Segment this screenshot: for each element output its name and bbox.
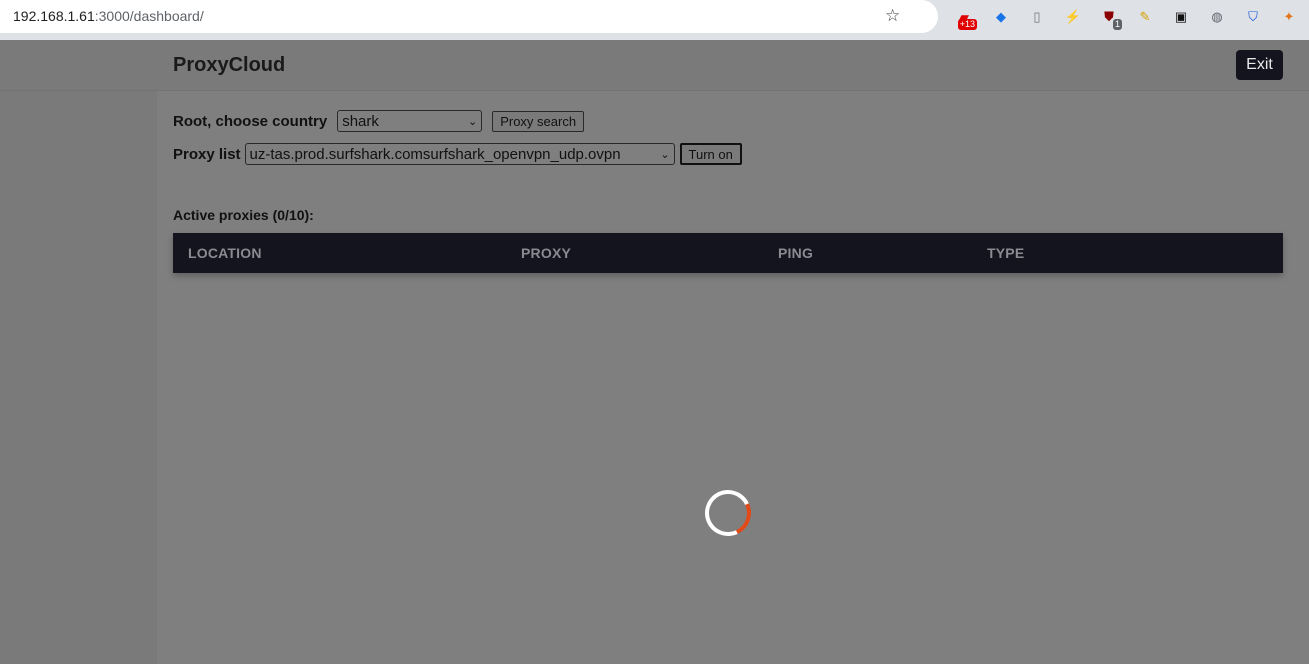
country-select[interactable]: shark ⌄ [337,110,483,132]
proxy-list-row: Proxy list uz-tas.prod.surfshark.comsurf… [173,143,742,165]
browser-toolbar: 192.168.1.61:3000/dashboard/ ☆ ▰ +13 ◆ ▯ ⚡ ⛊ 1… [0,0,1309,40]
turn-on-button[interactable]: Turn on [679,143,742,165]
brand-title: ProxyCloud [173,54,286,76]
main-content: Root, choose country shark ⌄ Proxy searc… [157,91,1309,664]
ext-shield-icon[interactable]: ⛉ [1244,8,1262,26]
ext-planet-icon[interactable]: ◍ [1208,8,1226,26]
bookmark-star-icon[interactable]: ☆ [885,6,900,26]
ext-bolt-icon[interactable]: ⚡ [1064,8,1082,26]
exit-button[interactable]: Exit [1236,50,1283,80]
ext-ublock-icon[interactable]: ⛊ 1 [1100,8,1122,30]
proxy-list-label: Proxy list [173,145,241,163]
column-header-proxy[interactable]: PROXY [521,245,571,261]
proxies-table-header: LOCATION PROXY PING TYPE [173,233,1283,273]
column-header-location[interactable]: LOCATION [188,245,262,261]
country-label: Root, choose country [173,112,328,130]
url-host: 192.168.1.61 [13,8,95,24]
chevron-down-icon: ⌄ [467,115,478,128]
app-header: ProxyCloud Exit [0,40,1309,91]
ext-broom-icon[interactable]: ✎ [1136,8,1154,26]
active-proxies-title: Active proxies (0/10): [173,207,314,223]
ext-diamond-icon[interactable]: ◆ [992,8,1010,26]
extension-badge: 1 [1112,19,1122,30]
url-path: :3000/dashboard/ [94,8,204,24]
loading-spinner-icon [698,483,758,543]
extension-badge: +13 [957,19,977,30]
ext-page-icon[interactable]: ▯ [1028,8,1046,26]
address-bar[interactable]: 192.168.1.61:3000/dashboard/ ☆ [0,0,938,33]
country-select-value: shark [342,112,379,130]
ext-fox-icon[interactable]: ✦ [1280,8,1298,26]
proxy-list-select[interactable]: uz-tas.prod.surfshark.comsurfshark_openv… [244,143,675,165]
proxy-search-button[interactable]: Proxy search [492,110,585,132]
sidebar [0,91,157,664]
ext-counter-icon[interactable]: ▰ +13 [955,8,977,30]
column-header-ping[interactable]: PING [778,245,813,261]
url-text[interactable]: 192.168.1.61:3000/dashboard/ [13,8,204,24]
column-header-type[interactable]: TYPE [987,245,1024,261]
country-row: Root, choose country shark ⌄ Proxy searc… [173,110,585,132]
chevron-down-icon: ⌄ [660,148,670,161]
proxy-list-select-value: uz-tas.prod.surfshark.comsurfshark_openv… [249,145,621,163]
ext-mask-icon[interactable]: ▣ [1172,8,1190,26]
